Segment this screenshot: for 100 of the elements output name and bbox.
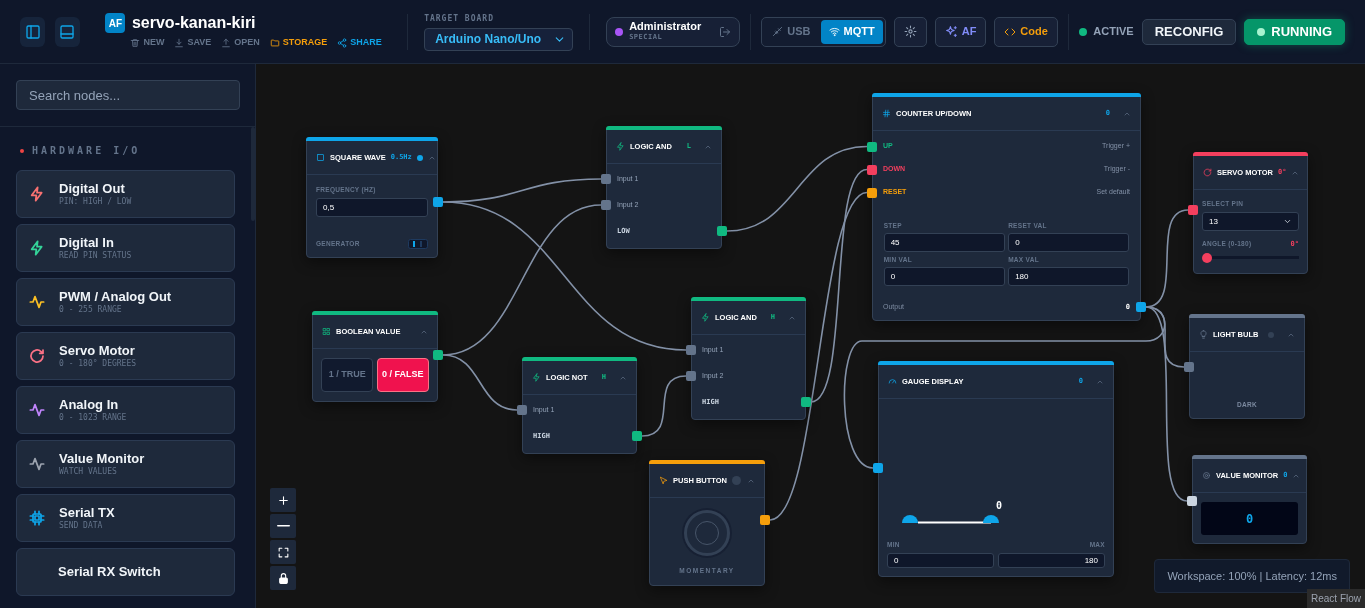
input-port[interactable] — [686, 371, 696, 381]
bottom-panel-toggle-button[interactable] — [54, 16, 80, 47]
gauge-icon — [888, 377, 897, 386]
lock-button[interactable] — [270, 566, 296, 590]
logout-icon[interactable] — [719, 25, 732, 38]
plus-icon — [276, 493, 290, 507]
run-button[interactable]: RUNNING — [1244, 18, 1345, 45]
minus-icon — [276, 524, 290, 528]
save-button[interactable]: SAVE — [174, 36, 212, 50]
item-subtitle: 0 - 180° DEGREES — [59, 358, 137, 369]
wifi-icon — [828, 26, 840, 37]
chevron-down-icon — [1283, 217, 1292, 226]
connection-tab[interactable]: USB — [764, 19, 819, 44]
output-port[interactable] — [801, 397, 811, 407]
output-port[interactable] — [717, 226, 727, 236]
bulb-icon — [1199, 330, 1208, 339]
input-port[interactable] — [867, 187, 877, 198]
input-port[interactable] — [686, 345, 696, 355]
min-field[interactable]: 0 — [887, 553, 995, 568]
new-button[interactable]: NEW — [130, 36, 165, 50]
item-subtitle: PIN: HIGH / LOW — [59, 196, 132, 207]
input-port[interactable] — [867, 141, 877, 152]
item-title: Serial TX — [59, 505, 115, 521]
input-port[interactable] — [517, 405, 527, 415]
item-subtitle: 0 - 255 RANGE — [59, 304, 123, 315]
user-name: Administrator — [629, 20, 702, 33]
number-field[interactable]: 180 — [1008, 267, 1130, 286]
node-palette-item[interactable]: Servo Motor 0 - 180° DEGREES — [16, 332, 235, 380]
board-select[interactable]: Arduino Nano/Uno — [424, 27, 574, 51]
settings-button[interactable] — [893, 16, 927, 47]
node-palette-item[interactable]: Value Monitor WATCH VALUES — [16, 440, 235, 488]
upload-icon — [221, 38, 232, 48]
input-port[interactable] — [601, 200, 611, 210]
signal-indicator — [408, 239, 428, 249]
value-option[interactable]: 0 / FALSE — [376, 358, 429, 392]
node-palette-item[interactable]: Digital Out PIN: HIGH / LOW — [16, 170, 235, 218]
slider-thumb[interactable] — [1202, 252, 1212, 263]
number-field[interactable]: 0 — [883, 267, 1005, 286]
item-subtitle: SEND DATA — [59, 520, 104, 531]
output-port[interactable] — [632, 431, 642, 441]
folder-icon — [269, 38, 280, 48]
connection-wire[interactable] — [810, 168, 868, 403]
connection-wire[interactable] — [442, 354, 518, 411]
node-palette-item[interactable]: Analog In 0 - 1023 RANGE — [16, 386, 235, 434]
input-port[interactable] — [601, 174, 611, 184]
attribution-link[interactable]: React Flow — [1307, 589, 1365, 608]
input-port[interactable] — [1187, 496, 1197, 506]
pin-select[interactable]: 13 — [1202, 212, 1299, 231]
frequency-field[interactable]: 0,5 — [316, 198, 428, 217]
status-label: ACTIVE — [1093, 24, 1134, 40]
field-label: TARGET BOARD — [424, 12, 495, 25]
number-field[interactable]: 45 — [883, 233, 1005, 252]
item-title: PWM / Analog Out — [59, 289, 172, 305]
connection-tab[interactable]: MQTT — [820, 19, 883, 44]
expand-icon — [276, 545, 290, 559]
hash-icon — [882, 109, 891, 118]
trash-icon — [130, 38, 141, 48]
input-port[interactable] — [873, 463, 883, 473]
input-port[interactable] — [1184, 362, 1194, 372]
connection-wire[interactable] — [442, 201, 687, 351]
ai-assistant-button[interactable]: AF — [934, 16, 987, 47]
pointer-icon — [659, 476, 668, 485]
max-field[interactable]: 180 — [997, 553, 1105, 568]
item-title: Serial RX Switch — [58, 564, 161, 580]
node-palette-item[interactable]: Serial TX SEND DATA — [16, 494, 235, 542]
output-port[interactable] — [760, 515, 770, 525]
output-port[interactable] — [1136, 302, 1146, 312]
share-button[interactable]: SHARE — [337, 36, 382, 50]
output-port[interactable] — [433, 350, 443, 360]
connection-wire[interactable] — [769, 191, 868, 521]
item-subtitle: WATCH VALUES — [59, 466, 118, 477]
input-port[interactable] — [1188, 205, 1198, 215]
workspace-status: Workspace: 100% | Latency: 12ms — [1154, 558, 1350, 593]
node-palette-item[interactable]: Digital In READ PIN STATUS — [16, 224, 235, 272]
download-icon — [174, 38, 185, 48]
value-display: 0 — [1201, 502, 1298, 535]
number-field[interactable]: 0 — [1008, 233, 1130, 252]
open-button[interactable]: OPEN — [221, 36, 260, 50]
gauge-reading: 0 — [996, 501, 1003, 511]
rotate-icon — [1203, 168, 1212, 177]
node-palette-item[interactable]: PWM / Analog Out 0 - 255 RANGE — [16, 278, 235, 326]
connection-wire[interactable] — [641, 375, 687, 437]
value-option[interactable]: 1 / TRUE — [321, 358, 374, 392]
search-field[interactable]: Search nodes... — [16, 80, 240, 110]
code-button[interactable]: Code — [994, 16, 1058, 47]
share-icon — [337, 38, 348, 48]
connection-wire[interactable] — [726, 145, 868, 232]
fit-view-button[interactable] — [270, 540, 296, 564]
app-logo: AF — [105, 13, 126, 34]
node-palette-item[interactable]: Serial RX Switch — [16, 548, 235, 596]
sidebar-toggle-button[interactable] — [20, 16, 46, 47]
square-icon — [316, 153, 325, 162]
input-port[interactable] — [867, 164, 877, 175]
connection-wire[interactable] — [843, 306, 1166, 469]
storage-button[interactable]: STORAGE — [269, 36, 328, 50]
output-port[interactable] — [433, 197, 443, 207]
item-title: Digital Out — [59, 181, 126, 197]
zoom-out-button[interactable] — [270, 514, 296, 538]
zoom-in-button[interactable] — [270, 488, 296, 512]
reconfig-button[interactable]: RECONFIG — [1141, 18, 1237, 45]
